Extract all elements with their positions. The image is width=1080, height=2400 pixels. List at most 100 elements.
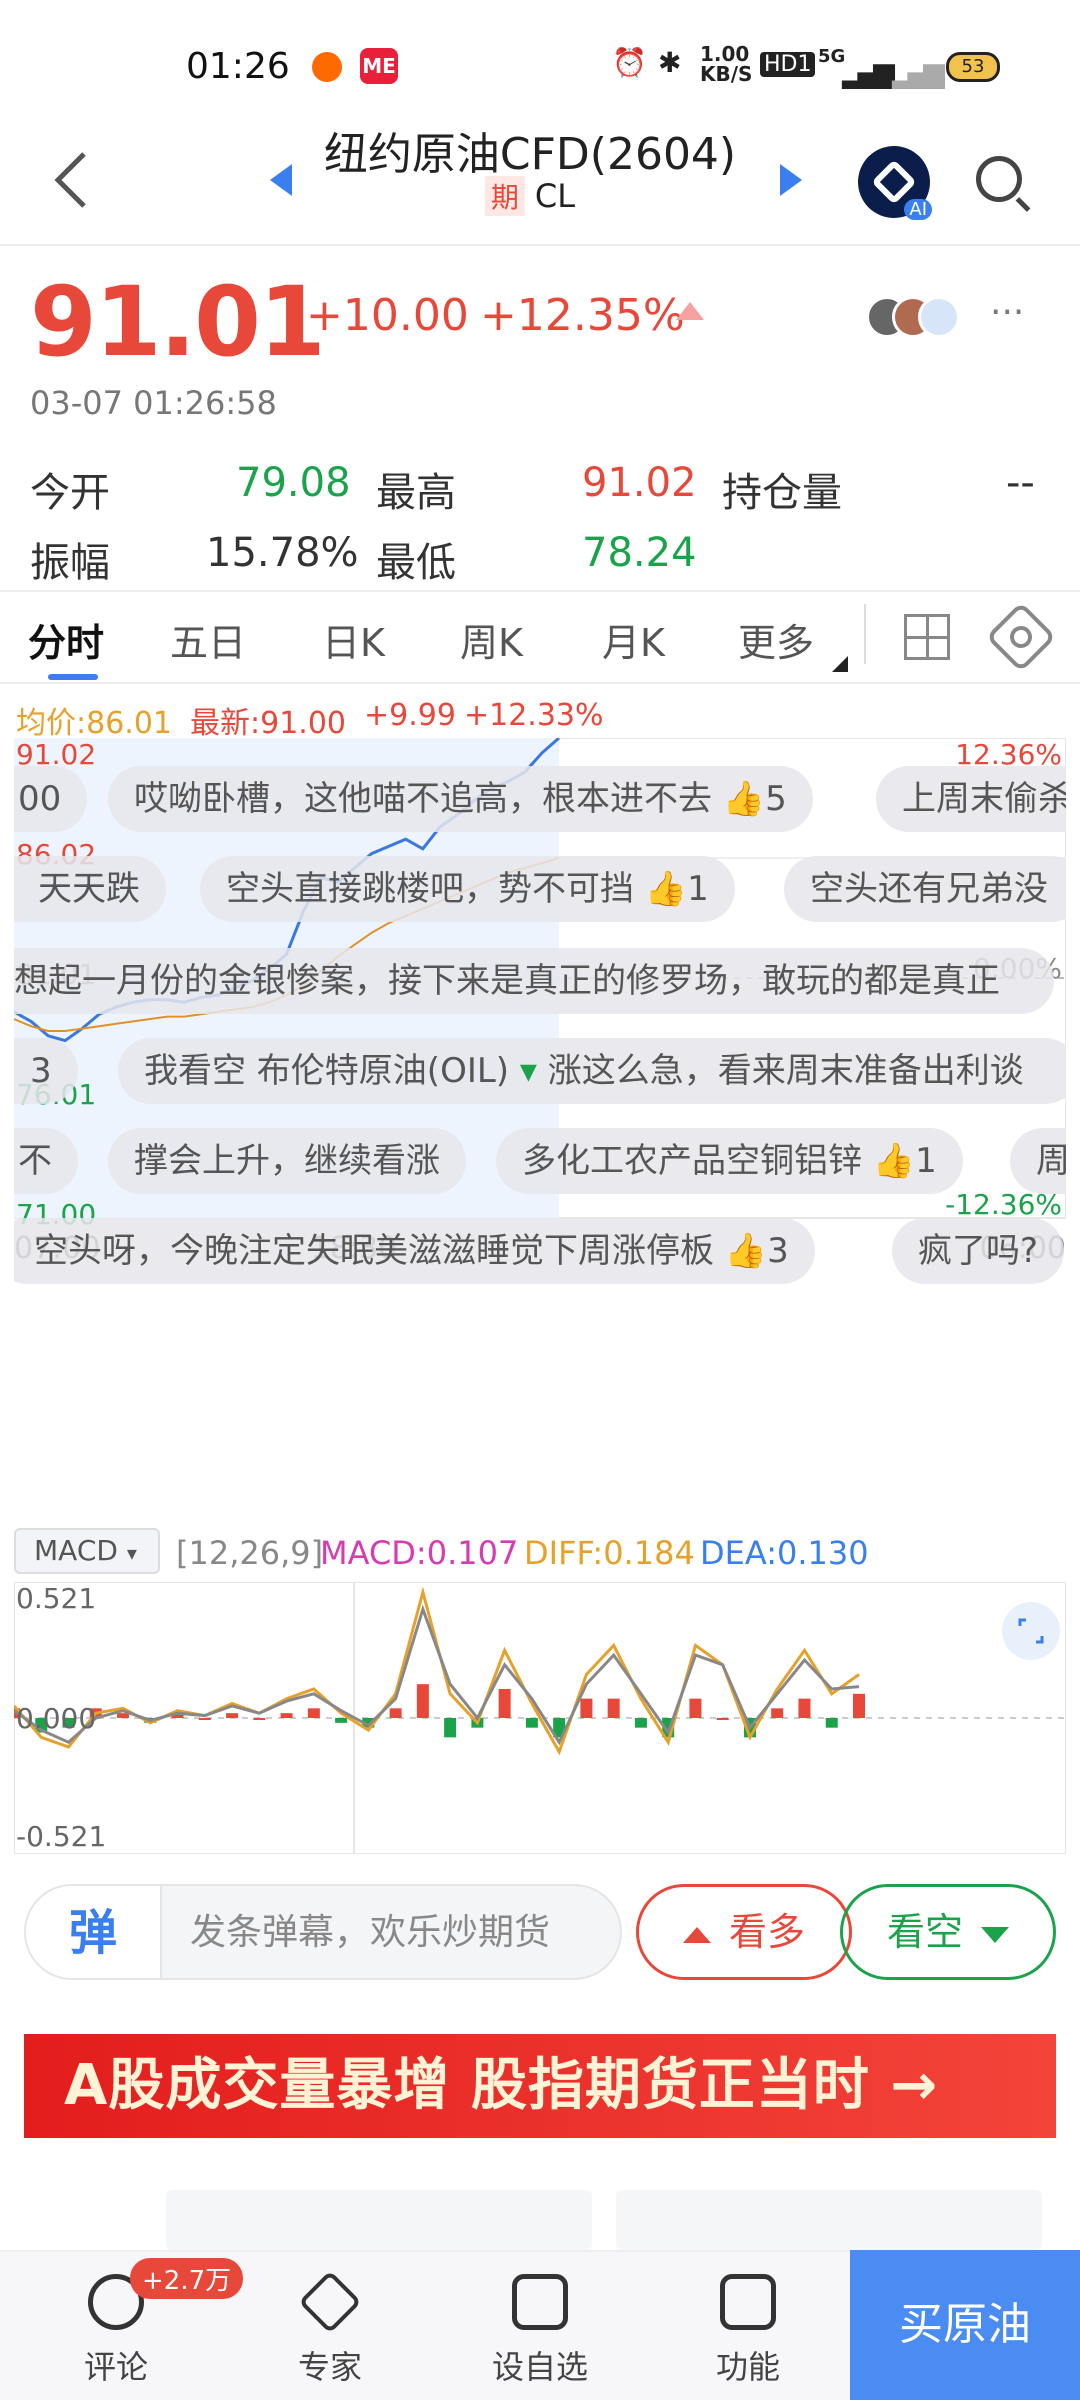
next-contract-button[interactable] — [780, 164, 802, 196]
latest-change-legend: +9.99 — [364, 698, 456, 733]
danmu-bubble[interactable]: 撑会上升，继续看涨 — [108, 1128, 466, 1194]
danmu-text: 空头还有兄弟没 — [810, 869, 1048, 909]
danmu-bear-icon: ▾ — [519, 1051, 537, 1091]
macd-histogram-bar — [771, 1708, 784, 1718]
danmu-bubble[interactable]: 不 — [14, 1128, 78, 1194]
danmu-toggle-icon[interactable]: 弹 — [26, 1886, 162, 1978]
danmu-bubble[interactable]: 我看空 布伦特原油(OIL) ▾ 涨这么急，看来周末准备出利谈 — [118, 1038, 1066, 1104]
like-icon: 👍 — [644, 869, 688, 909]
bearish-button[interactable]: 看空 — [840, 1884, 1056, 1980]
nav-add-watchlist[interactable]: 设自选 — [480, 2274, 600, 2388]
back-button[interactable] — [50, 150, 90, 210]
prev-contract-button[interactable] — [270, 164, 292, 196]
battery-icon: 53 — [946, 52, 1000, 82]
ai-logo-icon — [871, 159, 917, 205]
tab-separator — [864, 604, 866, 664]
danmu-text: 不 — [18, 1141, 52, 1181]
danmu-text: 哎呦卧槽，这他喵不追高，根本进不去 — [134, 779, 712, 819]
tab-daily-k[interactable]: 日K — [322, 612, 385, 667]
macd-histogram-bar — [716, 1718, 729, 1720]
danmu-text-suffix: 涨这么急，看来周末准备出利谈 — [547, 1051, 1024, 1091]
bear-arrow-icon — [981, 1926, 1009, 1943]
macd-params: [12,26,9] — [176, 1534, 324, 1572]
macd-histogram-bar — [280, 1713, 293, 1718]
macd-histogram-bar — [853, 1693, 865, 1718]
layout-grid-icon[interactable] — [904, 614, 950, 660]
danmu-bubble[interactable]: 多化工农产品空铜铝锌 👍1 — [496, 1128, 963, 1194]
danmu-bubble[interactable]: 周 — [1010, 1128, 1066, 1194]
buy-button[interactable]: 买原油 — [850, 2250, 1080, 2400]
me-app-icon: ME — [360, 48, 398, 84]
macd-chart[interactable]: 0.521 0.000 -0.521 — [14, 1582, 1066, 1854]
net-speed: 1.00 KB/S — [700, 44, 752, 84]
tab-monthly-k[interactable]: 月K — [602, 612, 665, 667]
danmu-likes: 5 — [765, 779, 787, 819]
danmu-likes: 3 — [767, 1231, 789, 1271]
active-tab-indicator — [48, 674, 98, 680]
nav-label: 功能 — [715, 2348, 780, 2386]
bull-arrow-icon — [682, 1926, 711, 1943]
indicator-select[interactable]: MACD ▾ — [14, 1528, 160, 1574]
danmu-input[interactable]: 弹 发条弹幕，欢乐炒期货 — [24, 1884, 622, 1980]
bullish-label: 看多 — [728, 1910, 805, 1954]
open-label: 今开 — [30, 470, 110, 516]
macd-histogram-bar — [416, 1684, 429, 1718]
danmu-text: 空头呀，今晚注定失眠美滋滋睡觉下周涨停板 — [34, 1231, 714, 1271]
header-divider — [0, 244, 1080, 246]
danmu-bubble[interactable]: 3 — [14, 1038, 78, 1104]
danmu-bubble[interactable]: 天天跌 — [14, 856, 166, 922]
avg-price-legend: 均价:86.01 — [16, 706, 172, 741]
macd-histogram-bar — [798, 1698, 811, 1718]
macd-histogram-bar — [253, 1718, 266, 1720]
macd-histogram-bar — [444, 1718, 457, 1738]
latest-price-legend: 最新:91.00 — [190, 706, 346, 741]
macd-y-tick-label: -0.521 — [16, 1820, 106, 1853]
settings-icon[interactable] — [985, 601, 1057, 673]
status-bar: 01:26 ME ⏰ ✱ 1.00 KB/S HD1 5G ▂▄▆ ▂▄▆ 53 — [0, 0, 1080, 110]
tab-weekly-k[interactable]: 周K — [460, 612, 523, 667]
content-card[interactable] — [616, 2190, 1042, 2250]
search-icon[interactable] — [976, 156, 1022, 202]
net-speed-unit: KB/S — [700, 62, 753, 86]
danmu-bubble[interactable]: 00 — [14, 766, 88, 832]
bullish-button[interactable]: 看多 — [636, 1884, 852, 1980]
macd-histogram-bar — [198, 1718, 211, 1720]
macd-histogram-bar — [525, 1718, 538, 1728]
danmu-bubble[interactable]: 疯了吗? — [892, 1218, 1065, 1284]
up-arrow-icon — [676, 302, 704, 320]
danmu-bubble[interactable]: 空头直接跳楼吧，势不可挡 👍1 — [200, 856, 735, 922]
tabs-divider — [0, 590, 1080, 592]
nav-label: 评论 — [83, 2348, 148, 2386]
more-menu-icon[interactable]: ··· — [990, 292, 1024, 333]
danmu-bubble[interactable]: 哎呦卧槽，这他喵不追高，根本进不去 👍5 — [108, 766, 813, 832]
promo-banner[interactable]: A股成交量暴增 股指期货正当时 → — [24, 2034, 1056, 2138]
danmu-text: 上周末偷杀 — [902, 779, 1066, 819]
danmu-text: 撑会上升，继续看涨 — [134, 1141, 440, 1181]
contract-title: 纽约原油CFD(2604) — [323, 129, 737, 180]
nav-experts[interactable]: 专家 — [270, 2270, 390, 2388]
alarm-icon: ⏰ — [612, 46, 647, 79]
low-label: 最低 — [376, 540, 456, 586]
danmu-bubble[interactable]: 上周末偷杀 — [876, 766, 1066, 832]
nav-functions[interactable]: 功能 — [688, 2274, 808, 2388]
ai-assistant-button[interactable]: AI — [858, 146, 932, 220]
tab-intraday[interactable]: 分时 — [28, 612, 104, 667]
high-value: 91.02 — [582, 460, 697, 506]
indicator-value: MACD — [34, 1534, 118, 1567]
danmu-text: 00 — [18, 779, 62, 819]
expand-chart-button[interactable] — [1002, 1602, 1060, 1660]
macd-y-tick-label: 0.000 — [16, 1702, 96, 1735]
tab-five-day[interactable]: 五日 — [170, 612, 246, 667]
danmu-bubble[interactable]: 想起一月份的金银惨案，接下来是真正的修罗场，敢玩的都是真正 — [14, 948, 1054, 1014]
macd-histogram-bar — [117, 1713, 130, 1718]
more-dropdown-icon — [832, 656, 848, 672]
danmu-bubble[interactable]: 空头还有兄弟没 — [784, 856, 1066, 922]
tab-more[interactable]: 更多 — [738, 612, 814, 667]
danmu-likes: 1 — [915, 1141, 937, 1181]
bluetooth-icon: ✱ — [658, 46, 682, 79]
danmu-bubble[interactable]: 空头呀，今晚注定失眠美滋滋睡觉下周涨停板 👍3 — [14, 1218, 815, 1284]
contract-subtitle: 期 CL — [290, 176, 770, 216]
macd-histogram-bar — [226, 1713, 239, 1718]
content-card[interactable] — [166, 2190, 592, 2250]
like-icon: 👍 — [872, 1141, 916, 1181]
